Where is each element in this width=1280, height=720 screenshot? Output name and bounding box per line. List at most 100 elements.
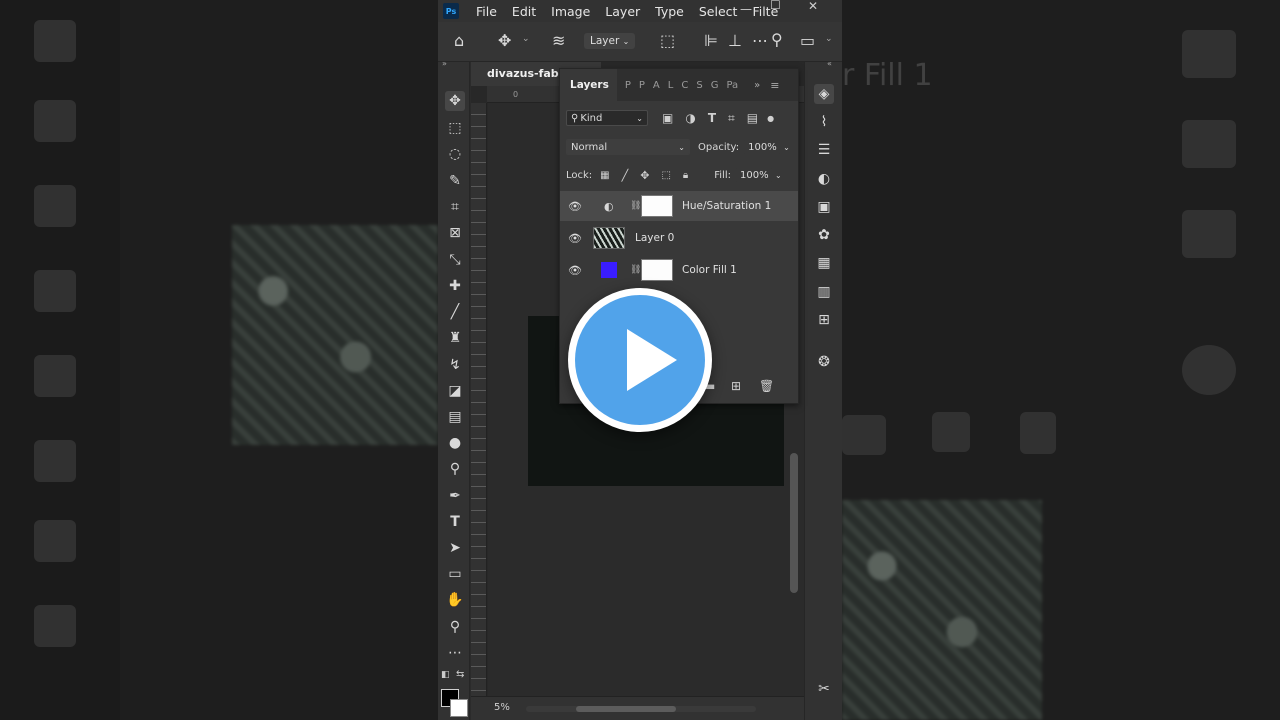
layer-row-hue-saturation[interactable]: 👁︎ ◐ ⛓ Hue/Saturation 1: [560, 191, 798, 221]
blend-mode-dropdown[interactable]: Normal ⌄: [566, 139, 690, 155]
layer-name[interactable]: Hue/Saturation 1: [682, 200, 771, 212]
move-tool-icon[interactable]: ✥: [445, 91, 465, 111]
filter-smart-object-icon[interactable]: ▤: [747, 111, 758, 125]
menu-layer[interactable]: Layer: [605, 4, 640, 19]
visibility-eye-icon[interactable]: 👁︎: [568, 232, 582, 245]
workspace-icon[interactable]: ▭: [800, 31, 815, 50]
paths-panel-icon[interactable]: ⌇: [814, 112, 834, 132]
lock-all-icon[interactable]: 🔒︎: [683, 170, 688, 181]
maximize-icon[interactable]: ☐: [770, 0, 781, 12]
auto-select-layer-dropdown[interactable]: Layer ⌄: [584, 33, 636, 49]
visibility-eye-icon[interactable]: 👁︎: [568, 200, 582, 213]
blur-tool-icon[interactable]: ●: [445, 433, 465, 453]
color-fill-thumbnail[interactable]: [601, 262, 617, 278]
cc-libraries-icon[interactable]: ❂: [814, 352, 834, 372]
more-options-icon[interactable]: ⋯: [752, 31, 768, 50]
marquee-tool-icon[interactable]: ⬚: [445, 118, 465, 138]
menu-image[interactable]: Image: [551, 4, 590, 19]
layer-thumbnail[interactable]: [593, 227, 625, 249]
opacity-chevron-down-icon[interactable]: ⌄: [783, 143, 790, 152]
swatches-panel-icon[interactable]: ▦: [814, 253, 834, 273]
filter-adjustment-icon[interactable]: ◑: [685, 111, 695, 125]
path-select-tool-icon[interactable]: ➤: [445, 538, 465, 558]
background-color-swatch[interactable]: [450, 699, 468, 717]
vertical-scrollbar[interactable]: [790, 453, 798, 593]
gradient-tool-icon[interactable]: ▤: [445, 407, 465, 427]
tab-properties[interactable]: P: [639, 80, 645, 91]
default-colors-icon[interactable]: ◧: [441, 670, 450, 680]
mask-link-icon[interactable]: ⛓: [630, 201, 641, 211]
new-layer-icon[interactable]: ⊞: [731, 379, 741, 393]
home-icon[interactable]: ⌂: [454, 31, 464, 50]
workspace-chevron-down-icon[interactable]: ⌄: [825, 34, 833, 44]
layer-mask-thumbnail[interactable]: [641, 195, 673, 217]
eraser-tool-icon[interactable]: ◪: [445, 381, 465, 401]
tab-libraries[interactable]: L: [668, 80, 674, 91]
zoom-tool-icon[interactable]: ⚲: [445, 617, 465, 637]
menu-edit[interactable]: Edit: [512, 4, 536, 19]
expand-tabs-icon[interactable]: »: [754, 80, 760, 91]
zoom-level[interactable]: 5%: [494, 702, 510, 713]
opacity-input[interactable]: 100%: [743, 139, 782, 155]
swap-colors-icon[interactable]: ⇆: [456, 669, 464, 680]
layer-row-color-fill[interactable]: 👁︎ ⛓ Color Fill 1: [560, 255, 798, 285]
layers-panel-icon[interactable]: ◈: [814, 84, 834, 104]
filter-pixel-icon[interactable]: ▣: [662, 111, 673, 125]
layer-mask-thumbnail[interactable]: [641, 259, 673, 281]
dodge-tool-icon[interactable]: ⚲: [445, 459, 465, 479]
quick-select-tool-icon[interactable]: ✎: [445, 171, 465, 191]
hand-tool-icon[interactable]: ✋: [445, 590, 465, 610]
menu-select[interactable]: Select: [699, 4, 738, 19]
layers-stack-icon[interactable]: ≋: [552, 31, 565, 50]
menu-file[interactable]: File: [476, 4, 497, 19]
tab-gradients[interactable]: G: [711, 80, 719, 91]
color-panel-icon[interactable]: ✿: [814, 225, 834, 245]
patterns-panel-icon[interactable]: ⊞: [814, 310, 834, 330]
properties-panel-icon[interactable]: ◐: [814, 169, 834, 189]
healing-brush-tool-icon[interactable]: ✚: [445, 276, 465, 296]
tab-paths[interactable]: P: [625, 80, 631, 91]
crop-tool-icon[interactable]: ⌗: [445, 197, 465, 217]
lock-transparent-icon[interactable]: ▦: [600, 170, 609, 181]
adjustments-panel-icon[interactable]: ☰: [814, 140, 834, 160]
tab-color[interactable]: C: [681, 80, 688, 91]
filter-kind-dropdown[interactable]: ⚲ Kind ⌄: [566, 110, 648, 126]
layer-name[interactable]: Color Fill 1: [682, 264, 737, 276]
type-tool-icon[interactable]: T: [445, 512, 465, 532]
collapse-chevron-icon[interactable]: »: [442, 59, 447, 68]
tab-layers[interactable]: Layers: [560, 69, 617, 101]
lasso-tool-icon[interactable]: ◌: [445, 144, 465, 164]
video-play-button[interactable]: [568, 288, 712, 432]
mask-link-icon[interactable]: ⛓: [630, 265, 641, 275]
rectangle-tool-icon[interactable]: ▭: [445, 564, 465, 584]
horizontal-scrollbar[interactable]: [526, 706, 756, 712]
filter-toggle-icon[interactable]: ●: [767, 114, 774, 123]
tab-swatches[interactable]: S: [696, 80, 702, 91]
delete-layer-icon[interactable]: 🗑︎: [759, 379, 774, 393]
frame-tool-icon[interactable]: ⊠: [445, 223, 465, 243]
panel-menu-icon[interactable]: ≡: [770, 79, 779, 92]
filter-type-icon[interactable]: T: [708, 111, 716, 125]
minimize-icon[interactable]: —: [740, 2, 752, 16]
brush-tool-icon[interactable]: ╱: [445, 302, 465, 322]
tool-preset-chevron-down-icon[interactable]: ⌄: [522, 34, 530, 44]
visibility-eye-icon[interactable]: 👁︎: [568, 264, 582, 277]
transform-controls-icon[interactable]: ⬚: [660, 31, 675, 50]
move-tool-icon[interactable]: ✥: [498, 31, 511, 50]
edit-toolbar-icon[interactable]: ⋯: [445, 643, 465, 663]
history-brush-tool-icon[interactable]: ↯: [445, 355, 465, 375]
tab-patterns[interactable]: Pa: [726, 80, 738, 91]
eyedropper-tool-icon[interactable]: ⤡: [445, 250, 465, 270]
filter-shape-icon[interactable]: ⌗: [728, 111, 735, 126]
pen-tool-icon[interactable]: ✒: [445, 486, 465, 506]
align-left-icon[interactable]: ⊫: [704, 31, 718, 50]
menu-type[interactable]: Type: [655, 4, 684, 19]
lock-image-icon[interactable]: ╱: [622, 169, 629, 182]
search-icon[interactable]: ⚲: [771, 30, 783, 49]
horizontal-scrollbar-thumb[interactable]: [576, 706, 676, 712]
lock-artboard-icon[interactable]: ⬚: [661, 170, 670, 181]
tab-adjustments[interactable]: A: [653, 80, 660, 91]
clone-stamp-tool-icon[interactable]: ♜: [445, 328, 465, 348]
lock-position-icon[interactable]: ✥: [640, 169, 649, 182]
layer-row-layer-0[interactable]: 👁︎ Layer 0: [560, 223, 798, 253]
